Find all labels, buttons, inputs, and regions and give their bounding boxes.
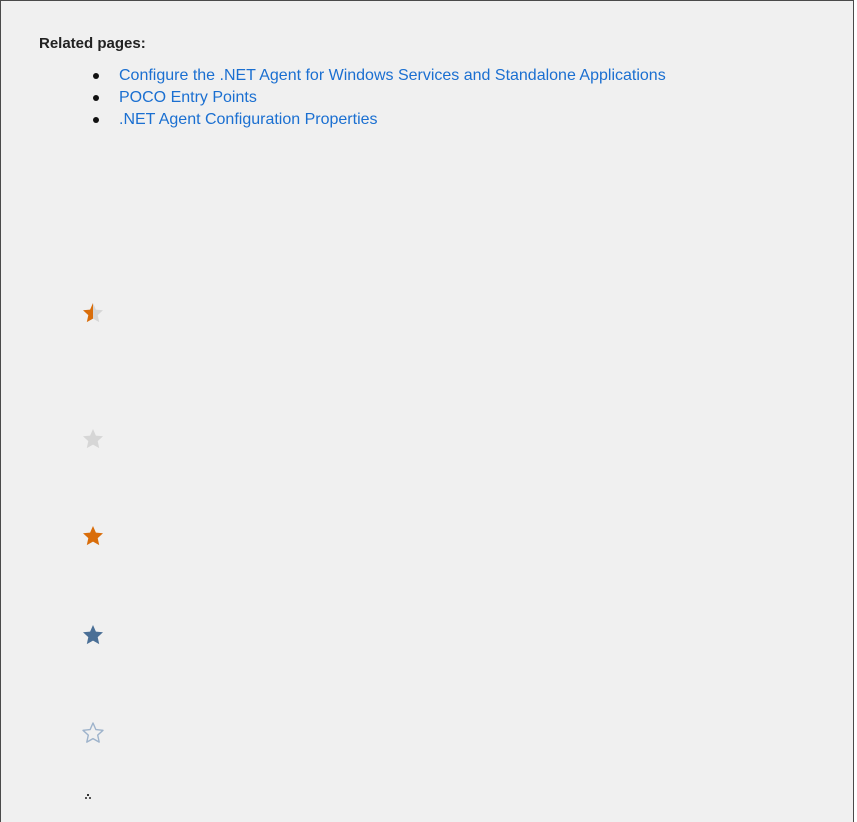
outline-star-icon	[81, 721, 105, 745]
agent-config-properties-link[interactable]: .NET Agent Configuration Properties	[119, 109, 378, 131]
configure-net-agent-link[interactable]: Configure the .NET Agent for Windows Ser…	[119, 65, 666, 87]
orange-star-icon	[81, 524, 105, 548]
related-pages-heading: Related pages:	[39, 35, 146, 52]
related-pages-panel: Related pages: Configure the .NET Agent …	[0, 0, 854, 822]
tiny-loader-icon	[85, 794, 91, 800]
gray-star-icon	[81, 427, 105, 451]
poco-entry-points-link[interactable]: POCO Entry Points	[119, 87, 257, 109]
half-star-icon	[81, 301, 105, 325]
blue-star-icon	[81, 623, 105, 647]
